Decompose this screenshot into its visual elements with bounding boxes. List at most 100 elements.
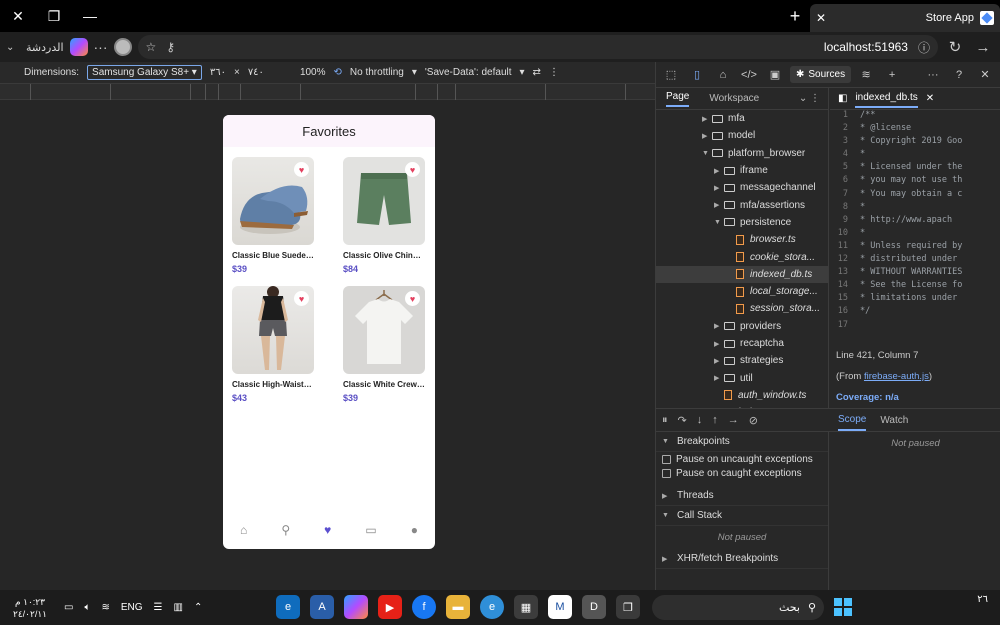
expand-arrow-icon[interactable]: ▶: [714, 201, 724, 209]
tree-folder-item[interactable]: ▼ persistence: [656, 214, 828, 231]
browser-tab[interactable]: ✕ Store App: [810, 4, 1000, 32]
product-image[interactable]: ♥: [232, 286, 314, 374]
step-into-icon[interactable]: ↓: [697, 414, 703, 426]
pause-uncaught-checkbox[interactable]: Pause on uncaught exceptions: [656, 452, 828, 466]
line-number[interactable]: 6: [830, 175, 860, 188]
deactivate-breakpoints-icon[interactable]: ⊘: [749, 414, 758, 427]
copilot-icon[interactable]: [69, 38, 88, 56]
youtube-app-icon[interactable]: ▶: [378, 595, 402, 619]
search-icon[interactable]: ⚲: [281, 523, 290, 537]
line-number[interactable]: 13: [830, 267, 860, 280]
favorites-star-icon[interactable]: ☆: [146, 40, 157, 54]
code-line[interactable]: 10 *: [830, 228, 1000, 241]
step-icon[interactable]: →: [728, 414, 739, 426]
callstack-section[interactable]: ▼ Call Stack: [656, 506, 828, 526]
threads-section[interactable]: ▶ Threads: [656, 486, 828, 506]
tree-folder-item[interactable]: ▶ iframe: [656, 162, 828, 179]
elements-icon[interactable]: </>: [738, 65, 760, 85]
zoom-select[interactable]: 100%: [300, 67, 326, 78]
key-icon[interactable]: ⚷: [166, 40, 175, 54]
code-line[interactable]: 6 * you may not use th: [830, 175, 1000, 188]
favorite-heart-icon[interactable]: ♥: [294, 291, 309, 306]
line-number[interactable]: 7: [830, 189, 860, 202]
network-wifi-icon[interactable]: ≋: [855, 65, 877, 85]
profile-avatar[interactable]: [113, 38, 132, 56]
help-icon[interactable]: ?: [948, 65, 970, 85]
copilot-label[interactable]: الدردشة: [26, 41, 64, 54]
close-window-button[interactable]: ✕: [0, 0, 36, 32]
tab-watch[interactable]: Watch: [880, 415, 908, 426]
line-number[interactable]: 1: [830, 110, 860, 123]
device-toolbar-icon[interactable]: ▯: [686, 65, 708, 85]
product-card[interactable]: ♥ Classic White Crew ... $39: [343, 286, 425, 403]
product-image[interactable]: ♥: [343, 286, 425, 374]
code-line[interactable]: 13 * WITHOUT WARRANTIES: [830, 267, 1000, 280]
device-select[interactable]: Samsung Galaxy S8+ ▾: [87, 65, 202, 80]
line-number[interactable]: 9: [830, 215, 860, 228]
product-card[interactable]: ♥ Classic Olive Chino ... $84: [343, 157, 425, 274]
favorite-heart-icon[interactable]: ♥: [294, 162, 309, 177]
width-input[interactable]: ٣٦٠: [210, 67, 226, 78]
tree-folder-item[interactable]: ▶ strategies: [656, 352, 828, 369]
pause-caught-checkbox[interactable]: Pause on caught exceptions: [656, 466, 828, 480]
url-text[interactable]: localhost:51963: [185, 40, 908, 54]
close-tab-icon[interactable]: ✕: [816, 11, 826, 25]
line-number[interactable]: 2: [830, 123, 860, 136]
restore-window-button[interactable]: ❐: [36, 0, 72, 32]
battery-icon[interactable]: ▭: [64, 602, 73, 613]
profile-icon[interactable]: ●: [411, 523, 418, 537]
dropdown-icon[interactable]: ▾: [412, 67, 417, 78]
code-lines[interactable]: 1/** 2 * @license 3 * Copyright 2019 Goo 4 …: [830, 110, 1000, 333]
wifi-icon[interactable]: ≋: [101, 602, 109, 613]
edge-app-icon[interactable]: e: [276, 595, 300, 619]
line-number[interactable]: 12: [830, 254, 860, 267]
chevron-down-icon[interactable]: ⌄: [6, 42, 20, 53]
tree-folder-item[interactable]: ▶ messagechannel: [656, 179, 828, 196]
product-image[interactable]: ♥: [343, 157, 425, 245]
code-line[interactable]: 5 * Licensed under the: [830, 162, 1000, 175]
refresh-icon[interactable]: ↻: [944, 38, 966, 56]
expand-arrow-icon[interactable]: ▶: [714, 184, 724, 192]
code-line[interactable]: 7 * You may obtain a c: [830, 189, 1000, 202]
tree-file-item[interactable]: auth_window.ts: [656, 387, 828, 404]
product-card[interactable]: ♥ Classic High-Waiste... $43: [232, 286, 314, 403]
line-number[interactable]: 11: [830, 241, 860, 254]
chevron-up-icon[interactable]: ⌃: [194, 602, 202, 613]
code-line[interactable]: 12 * distributed under: [830, 254, 1000, 267]
clock[interactable]: ١٠:٢٣ م ٢٤/٠٢/١١: [0, 596, 60, 620]
expand-arrow-icon[interactable]: ▶: [714, 374, 724, 382]
tab-workspace[interactable]: Workspace: [709, 93, 759, 104]
product-image[interactable]: ♥: [232, 157, 314, 245]
tab-page[interactable]: Page: [666, 91, 690, 107]
settings-sliders-icon[interactable]: ☰: [154, 602, 163, 613]
code-line[interactable]: 3 * Copyright 2019 Goo: [830, 136, 1000, 149]
expand-arrow-icon[interactable]: ▶: [714, 167, 724, 175]
dropdown-icon[interactable]: ▾: [520, 67, 525, 78]
breakpoints-section[interactable]: ▼ Breakpoints: [656, 432, 828, 452]
language-indicator[interactable]: ENG: [121, 602, 143, 613]
code-line[interactable]: 9 * http://www.apach: [830, 215, 1000, 228]
more-options-icon[interactable]: ···: [922, 65, 944, 85]
line-number[interactable]: 5: [830, 162, 860, 175]
expand-arrow-icon[interactable]: ▶: [714, 357, 724, 365]
chevron-down-icon[interactable]: ⌄ ⋮: [799, 93, 828, 104]
favorite-heart-icon[interactable]: ♥: [405, 162, 420, 177]
step-out-icon[interactable]: ↑: [712, 414, 718, 426]
editor-tab-file[interactable]: indexed_db.ts: [855, 89, 918, 108]
code-line[interactable]: 2 * @license: [830, 123, 1000, 136]
code-line[interactable]: 17: [830, 320, 1000, 333]
chat-icon[interactable]: ▭: [365, 523, 376, 537]
start-button-icon[interactable]: [834, 598, 852, 616]
home-icon[interactable]: ⌂: [240, 523, 247, 537]
tree-file-item[interactable]: session_stora...: [656, 300, 828, 317]
file-explorer-app-icon[interactable]: ▬: [446, 595, 470, 619]
minimize-window-button[interactable]: —: [72, 0, 108, 32]
line-number[interactable]: 17: [830, 320, 860, 333]
code-line[interactable]: 8 *: [830, 202, 1000, 215]
volume-icon[interactable]: 🔈︎: [84, 602, 90, 613]
tree-file-item[interactable]: indexed_db.ts: [656, 265, 828, 283]
tree-folder-item[interactable]: ▶ mfa: [656, 110, 828, 127]
line-number[interactable]: 16: [830, 306, 860, 319]
line-number[interactable]: 4: [830, 149, 860, 162]
expand-arrow-icon[interactable]: ▼: [714, 219, 724, 226]
